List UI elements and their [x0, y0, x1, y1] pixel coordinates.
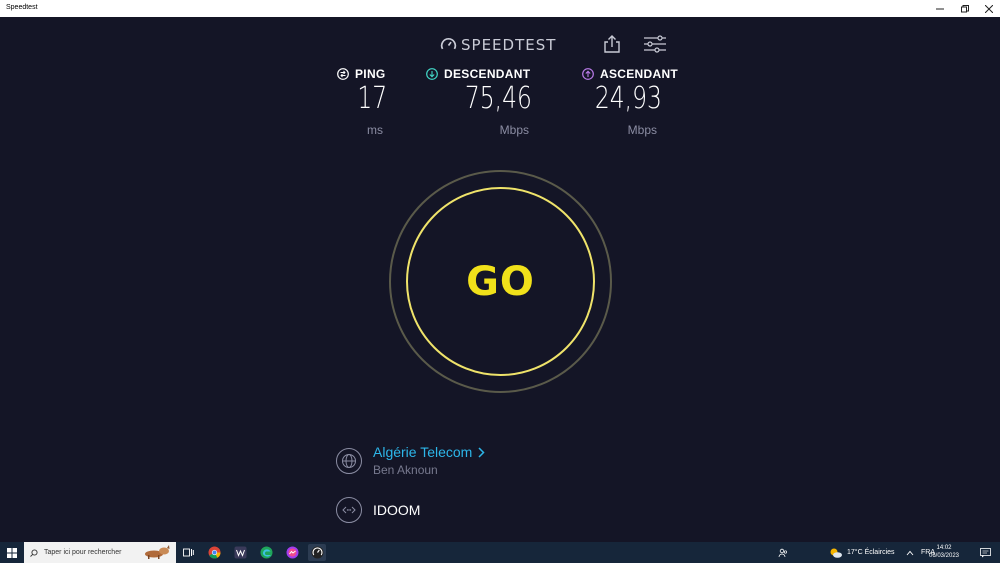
ping-metric: PING 17 ms: [337, 67, 397, 137]
download-header: DESCENDANT: [426, 67, 546, 81]
notification-icon: [980, 547, 991, 557]
weather-text: 17°C Éclaircies: [847, 549, 895, 556]
upload-unit: Mbps: [627, 123, 657, 137]
weather-widget[interactable]: 17°C Éclaircies: [829, 542, 895, 563]
connection-icon: [336, 497, 362, 523]
chevron-up-icon: [906, 550, 914, 555]
host-selector[interactable]: IDOOM: [336, 497, 420, 523]
server-selector: Algérie Telecom Ben Aknoun: [336, 444, 485, 477]
start-button[interactable]: [0, 542, 24, 563]
go-button-container: GO: [389, 170, 612, 393]
messenger-icon: [286, 546, 298, 559]
task-view-button[interactable]: [179, 544, 197, 561]
wps-app-icon: [234, 546, 246, 559]
ping-value: 17: [357, 81, 387, 116]
upload-header: ASCENDANT: [582, 67, 692, 81]
logo-text: SPEEDTEST: [461, 36, 557, 54]
sliders-icon: [644, 35, 666, 53]
share-button[interactable]: [602, 34, 622, 54]
clock-time: 14:02: [936, 545, 952, 551]
edge-icon: [260, 546, 272, 559]
chevron-right-icon: [478, 446, 485, 458]
globe-icon: [336, 447, 362, 474]
taskbar: Taper ici pour rechercher 17°C Éclaircie…: [0, 542, 1000, 563]
close-button[interactable]: [976, 0, 1000, 17]
taskbar-search[interactable]: Taper ici pour rechercher: [24, 542, 176, 563]
speedtest-taskbar-button[interactable]: [308, 544, 326, 561]
share-icon: [604, 35, 620, 53]
clock-date: 06/03/2023: [928, 553, 960, 559]
chrome-icon: [208, 546, 220, 559]
download-label: DESCENDANT: [444, 67, 531, 81]
download-metric: DESCENDANT 75,46 Mbps: [426, 67, 546, 137]
go-label: GO: [466, 258, 535, 305]
ping-unit: ms: [367, 123, 383, 137]
messenger-taskbar-button[interactable]: [283, 544, 301, 561]
partly-sunny-icon: [830, 548, 842, 558]
search-icon: [30, 548, 38, 557]
people-icon: [778, 548, 788, 557]
download-unit: Mbps: [499, 123, 529, 137]
restore-button[interactable]: [952, 0, 978, 17]
upload-metric: ASCENDANT 24,93 Mbps: [582, 67, 692, 137]
taskbar-clock[interactable]: 14:02 06/03/2023: [926, 544, 962, 560]
chrome-taskbar-button[interactable]: [205, 544, 223, 561]
speedtest-logo: SPEEDTEST: [440, 36, 556, 54]
edge-taskbar-button[interactable]: [257, 544, 275, 561]
go-button[interactable]: GO: [406, 187, 595, 376]
host-name: IDOOM: [373, 502, 421, 518]
ping-label: PING: [355, 67, 386, 81]
speedtest-app-icon: [311, 546, 323, 559]
server-location: Ben Aknoun: [373, 463, 438, 477]
ping-icon: [337, 68, 349, 80]
minimize-button[interactable]: [927, 0, 953, 17]
download-value: 75,46: [465, 81, 532, 116]
search-placeholder: Taper ici pour rechercher: [44, 549, 122, 556]
app-w-taskbar-button[interactable]: [231, 544, 249, 561]
window-title-bar: Speedtest: [0, 0, 1000, 17]
window-title: Speedtest: [6, 4, 38, 11]
task-view-icon: [182, 548, 194, 556]
search-highlight-illustration: [145, 545, 170, 559]
upload-arrow-icon: [582, 68, 594, 80]
speedtest-app: SPEEDTEST PING 17 ms DESCENDANT 75,46 Mb…: [0, 17, 1000, 542]
hidden-icons-button[interactable]: [906, 542, 914, 563]
notifications-button[interactable]: [980, 542, 991, 563]
settings-button[interactable]: [643, 35, 667, 53]
upload-value: 24,93: [595, 81, 662, 116]
isp-name: Algérie Telecom: [373, 444, 473, 460]
windows-icon: [7, 547, 17, 558]
isp-link[interactable]: Algérie Telecom: [373, 444, 485, 460]
gauge-icon: [440, 37, 457, 49]
people-button[interactable]: [778, 542, 788, 563]
upload-label: ASCENDANT: [600, 67, 679, 81]
ping-header: PING: [337, 67, 397, 81]
download-arrow-icon: [426, 68, 438, 80]
